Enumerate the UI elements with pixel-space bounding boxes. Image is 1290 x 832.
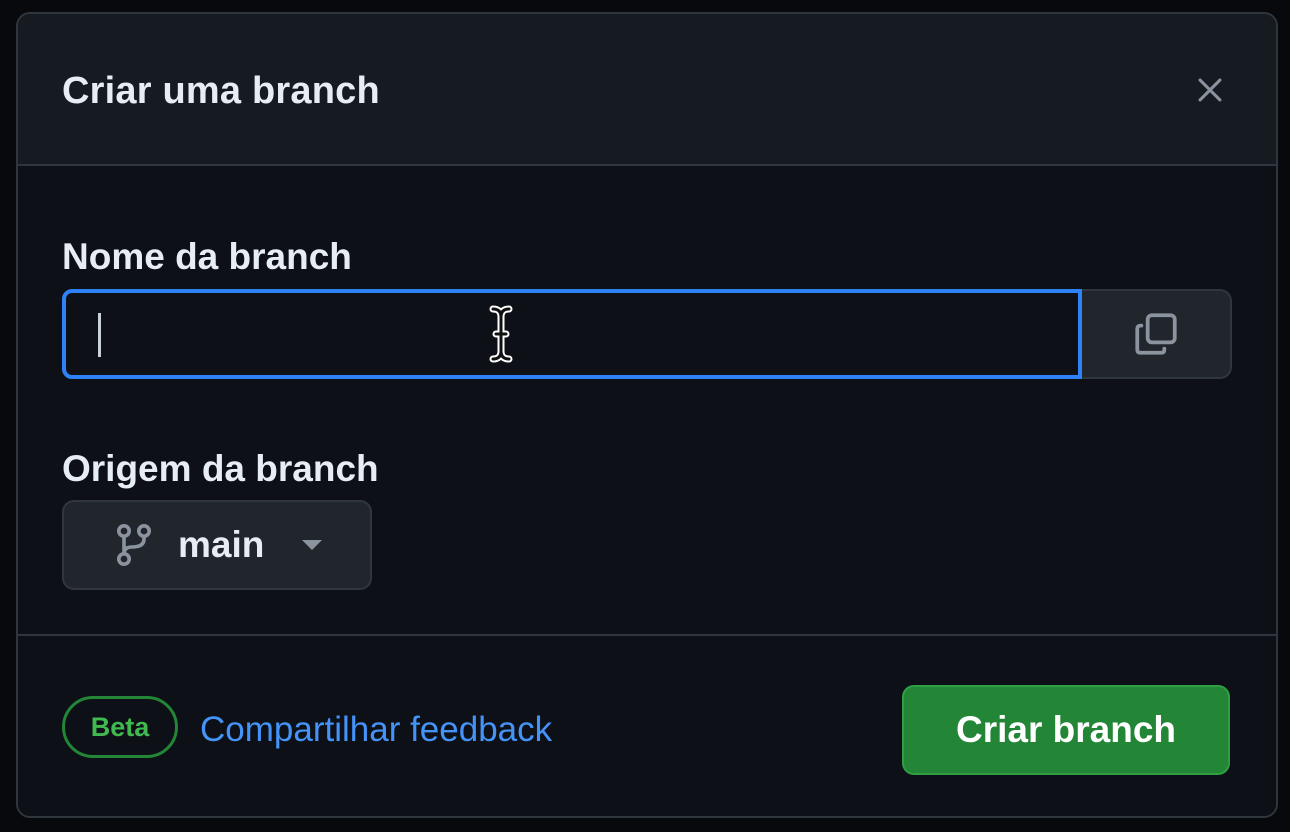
text-caret [98,313,101,357]
share-feedback-link[interactable]: Compartilhar feedback [200,710,552,750]
branch-name-input-group [62,289,1232,379]
beta-badge: Beta [62,696,178,758]
branch-name-label: Nome da branch [62,236,352,277]
branch-origin-label: Origem da branch [62,448,379,489]
git-branch-icon [114,523,154,567]
dialog-title: Criar uma branch [62,70,380,112]
close-button[interactable] [1188,68,1232,112]
copy-icon [1135,313,1177,355]
copy-button[interactable] [1082,289,1232,379]
text-cursor-icon [489,305,513,363]
branch-origin-value: main [178,524,265,565]
create-branch-dialog: Criar uma branch Nome da branch Origem d… [16,12,1278,818]
dialog-footer: Beta Compartilhar feedback Criar branch [18,634,1276,816]
branch-name-input[interactable] [62,289,1082,379]
triangle-down-icon [300,538,324,552]
create-branch-button[interactable]: Criar branch [902,685,1230,775]
dialog-header: Criar uma branch [18,14,1276,166]
close-icon [1198,78,1222,102]
branch-origin-select[interactable]: main [62,500,372,590]
